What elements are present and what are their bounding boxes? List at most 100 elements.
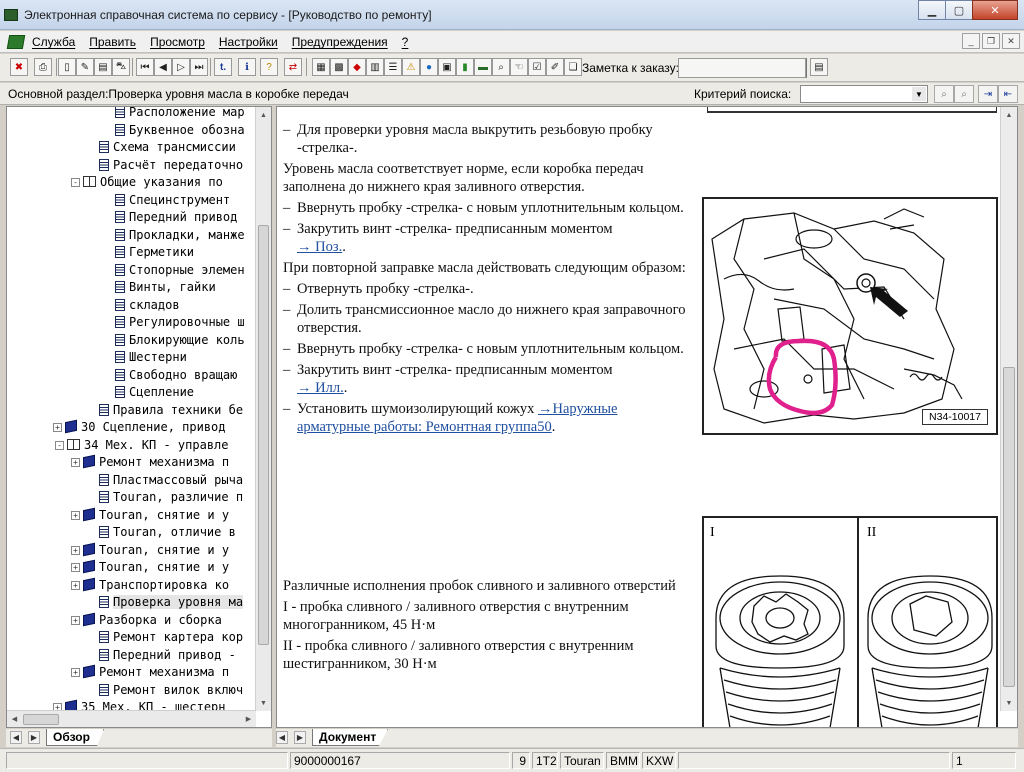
help-icon[interactable]: ? [260, 58, 278, 76]
tree-item[interactable]: Специнструмент [115, 192, 230, 210]
list-icon[interactable]: ☰ [384, 58, 402, 76]
tab-next-icon[interactable]: ▶ [294, 731, 306, 744]
tree-item[interactable]: Шестерни [115, 349, 187, 367]
tree-item[interactable]: + Разборка и сборка [71, 612, 222, 630]
next-page-icon[interactable]: ▷ [172, 58, 190, 76]
tree-item[interactable]: + Touran, снятие и у [71, 559, 229, 577]
tree-item[interactable]: Touran, различие п [99, 489, 243, 507]
tree-item[interactable]: Винты, гайки [115, 279, 216, 297]
tree-item[interactable]: Ремонт вилок включ [99, 682, 243, 700]
tree-item[interactable]: + Touran, снятие и у [71, 542, 229, 560]
tree-item[interactable]: Герметики [115, 244, 194, 262]
close-button[interactable]: ✕ [972, 0, 1018, 20]
expand-icon[interactable]: + [71, 545, 80, 555]
search-icon[interactable]: ⌕ [934, 85, 954, 103]
document-app-icon[interactable] [6, 35, 26, 49]
scroll-left-icon[interactable]: ◀ [7, 711, 22, 727]
tree-item[interactable]: Правила техники бе [99, 402, 243, 420]
cross-reference-link[interactable]: → Илл. [297, 380, 344, 396]
document-vertical-scrollbar[interactable]: ▲ ▼ [1000, 107, 1017, 711]
tag-icon[interactable]: ◆ [348, 58, 366, 76]
car-icon[interactable]: ⛍ [112, 58, 130, 76]
child-minimize-button[interactable]: _ [962, 33, 980, 49]
scroll-thumb[interactable] [23, 714, 59, 725]
menu-settings[interactable]: Настройки [219, 35, 278, 49]
tree-item[interactable]: складов [115, 297, 180, 315]
tree-item[interactable]: Расчёт передаточно [99, 157, 243, 175]
search-next-icon[interactable]: ⌕ [954, 85, 974, 103]
notes-icon[interactable]: ✐ [546, 58, 564, 76]
tree-item[interactable]: Передний привод - [99, 647, 236, 665]
scroll-right-icon[interactable]: ▶ [241, 711, 256, 727]
tree-item[interactable]: - Общие указания по [71, 174, 223, 192]
search-doc-icon[interactable]: ⌕ [492, 58, 510, 76]
tree-item[interactable]: + Ремонт механизма п [71, 454, 229, 472]
tab-document[interactable]: Документ [312, 729, 388, 746]
tab-prev-icon[interactable]: ◀ [276, 731, 288, 744]
collapse-icon[interactable]: - [71, 178, 80, 187]
tree-item[interactable]: Сцепление [115, 384, 194, 402]
bookmark-icon[interactable]: ❏ [564, 58, 582, 76]
scroll-down-icon[interactable]: ▼ [256, 695, 271, 711]
minimize-button[interactable]: ▁ [918, 0, 946, 20]
menu-warnings[interactable]: Предупреждения [292, 35, 388, 49]
menu-help[interactable]: ? [402, 35, 409, 49]
maximize-button[interactable]: ▢ [945, 0, 973, 20]
hand-icon[interactable]: ☜ [510, 58, 528, 76]
cross-reference-link[interactable]: → Поз. [297, 239, 342, 255]
previous-page-icon[interactable]: ◀ [154, 58, 172, 76]
swap-icon[interactable]: ⇄ [284, 58, 302, 76]
scroll-thumb[interactable] [1003, 367, 1015, 687]
exit-icon[interactable]: ✖ [10, 58, 28, 76]
tree-item[interactable]: Прокладки, манже [115, 227, 245, 245]
expand-icon[interactable]: + [71, 580, 80, 590]
expand-icon[interactable]: + [71, 510, 80, 520]
expand-icon[interactable]: + [71, 563, 80, 572]
tree-item[interactable]: Стопорные элемен [115, 262, 245, 280]
table-icon[interactable]: ▩ [330, 58, 348, 76]
menu-service[interactable]: Служба [32, 35, 75, 49]
expand-icon[interactable]: + [71, 458, 80, 467]
tree-item[interactable]: Свободно вращаю [115, 367, 237, 385]
tree-item[interactable]: Регулировочные ш [115, 314, 245, 332]
menu-view[interactable]: Просмотр [150, 35, 205, 49]
green-doc-icon[interactable]: ▮ [456, 58, 474, 76]
tree-item[interactable]: Блокирующие коль [115, 332, 245, 350]
jump-back-icon[interactable]: t. [214, 58, 232, 76]
menu-edit[interactable]: Править [89, 35, 136, 49]
tree-item[interactable]: - 34 Мех. КП - управле [55, 437, 229, 455]
tab-overview[interactable]: Обзор [46, 729, 104, 746]
expand-icon[interactable]: + [53, 423, 62, 432]
expand-icon[interactable]: + [71, 668, 80, 677]
warning-icon[interactable]: ⚠ [402, 58, 420, 76]
card-icon[interactable]: ▣ [438, 58, 456, 76]
document-list-icon[interactable]: ▦ [312, 58, 330, 76]
tree-item[interactable]: + Ремонт механизма п [71, 664, 229, 682]
tree-item[interactable]: Буквенное обозна [115, 122, 245, 140]
scroll-thumb[interactable] [258, 225, 269, 645]
tree-item[interactable]: + Touran, снятие и у [71, 507, 229, 525]
tree-item[interactable]: + Транспортировка ко [71, 577, 229, 595]
tree-vertical-scrollbar[interactable]: ▲ ▼ [255, 107, 271, 711]
expand-icon[interactable]: ⇥ [978, 85, 998, 103]
book-icon[interactable]: ▥ [366, 58, 384, 76]
tab-next-icon[interactable]: ▶ [28, 731, 40, 744]
scroll-up-icon[interactable]: ▲ [1001, 107, 1017, 123]
last-page-icon[interactable]: ⏭ [190, 58, 208, 76]
tree-item[interactable]: Проверка уровня ма [99, 594, 244, 612]
collapse-icon[interactable]: ⇤ [998, 85, 1018, 103]
tree-item[interactable]: Ремонт картера кор [99, 629, 243, 647]
tab-prev-icon[interactable]: ◀ [10, 731, 22, 744]
print-icon[interactable]: ⎙ [34, 58, 52, 76]
vehicle-data-icon[interactable]: ▤ [94, 58, 112, 76]
tree-item[interactable]: Схема трансмиссии [99, 139, 236, 157]
expand-icon[interactable]: + [71, 615, 80, 625]
first-page-icon[interactable]: ⏮ [136, 58, 154, 76]
note-input[interactable] [678, 58, 806, 78]
tree-item[interactable]: Передний привод [115, 209, 237, 227]
collapse-icon[interactable]: - [55, 440, 64, 450]
edit-document-icon[interactable]: ✎ [76, 58, 94, 76]
tree-horizontal-scrollbar[interactable]: ◀ ▶ [7, 710, 256, 727]
globe-icon[interactable]: ● [420, 58, 438, 76]
note-edit-icon[interactable]: ▤ [810, 58, 828, 76]
